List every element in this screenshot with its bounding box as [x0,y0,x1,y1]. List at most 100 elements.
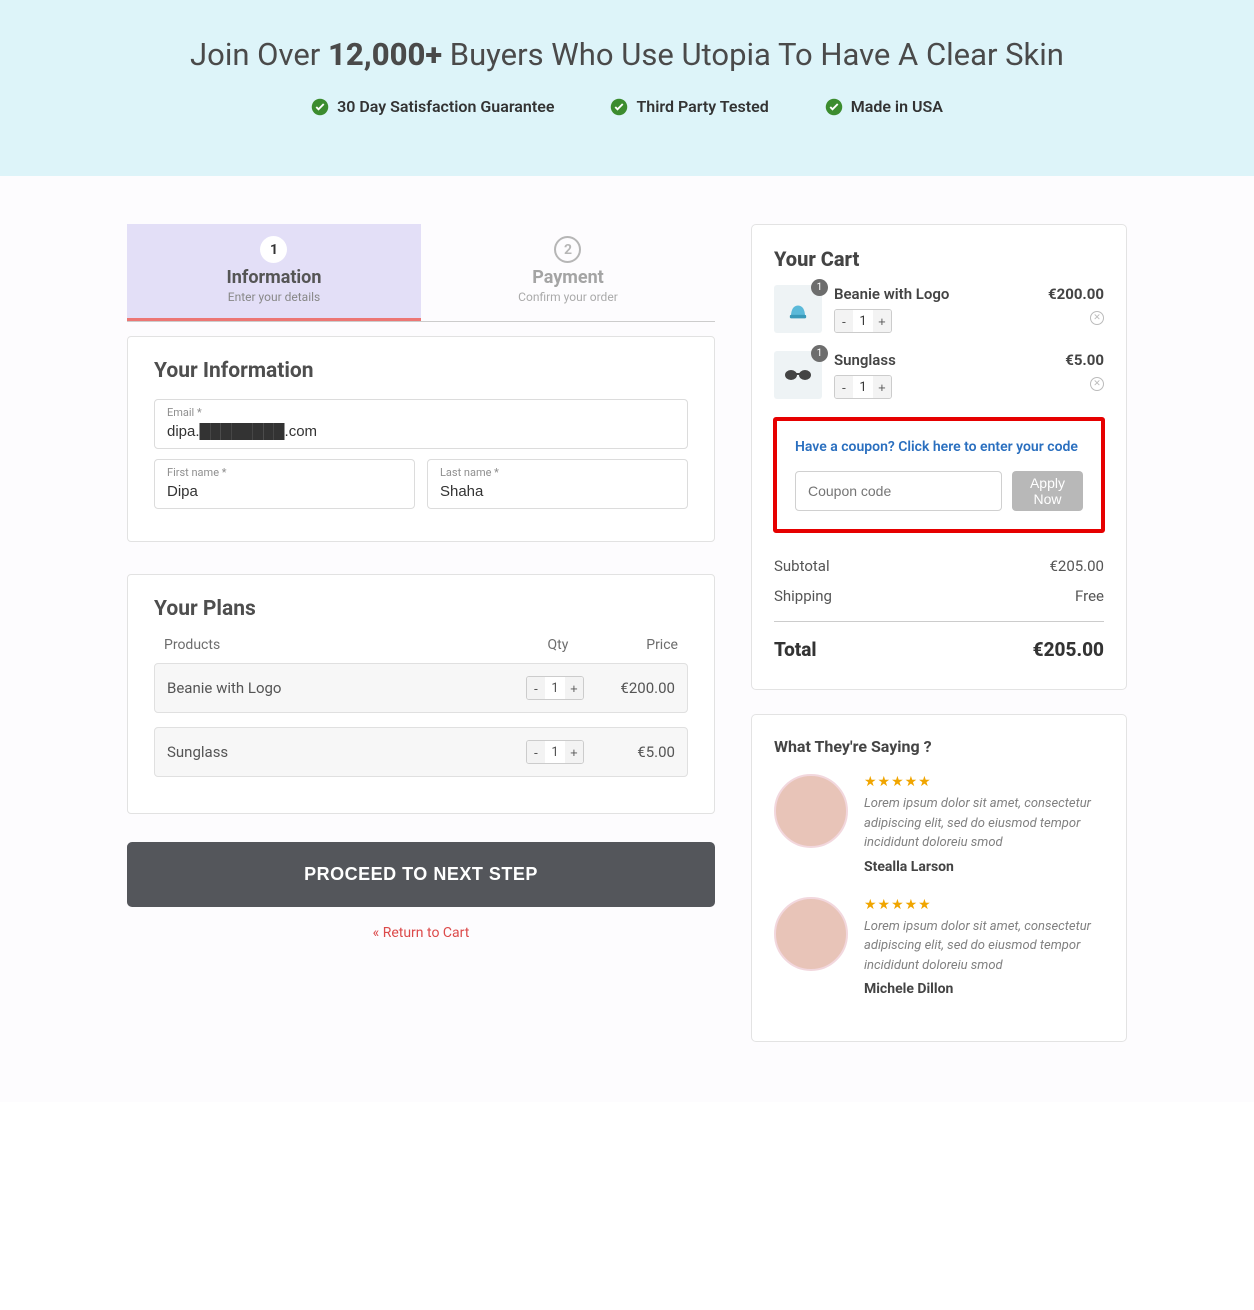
qty-value: 1 [853,380,873,395]
qty-increase-button[interactable]: + [565,677,583,699]
last-name-field[interactable] [440,483,675,500]
badge-tested: Third Party Tested [610,97,768,116]
shipping-row: Shipping Free [774,581,1104,611]
star-rating-icon: ★★★★★ [864,774,1104,790]
remove-item-button[interactable]: ✕ [1090,311,1104,325]
plans-heading: Your Plans [154,597,688,621]
beanie-icon [784,295,812,323]
shipping-label: Shipping [774,587,832,605]
your-cart-card: Your Cart 1 Beanie with Logo - 1 + [751,224,1127,690]
step-subtitle: Enter your details [127,290,421,304]
first-name-field-wrap[interactable]: First name * [154,459,415,509]
email-label: Email * [167,406,675,419]
your-plans-card: Your Plans Products Qty Price Beanie wit… [127,574,715,814]
plan-row: Sunglass - 1 + €5.00 [154,727,688,777]
reviewer-avatar [774,774,848,848]
shipping-value: Free [1075,587,1104,605]
total-value: €205.00 [1033,638,1104,661]
step-title: Payment [421,267,715,288]
check-circle-icon [825,98,843,116]
cart-item: 1 Sunglass - 1 + €5.00 [774,351,1104,399]
badge-text: Third Party Tested [636,97,768,116]
your-information-card: Your Information Email * First name * La… [127,336,715,542]
badge-guarantee: 30 Day Satisfaction Guarantee [311,97,554,116]
step-number: 2 [554,236,581,263]
apply-coupon-button[interactable]: Apply Now [1012,471,1083,511]
cart-item-thumbnail: 1 [774,285,822,333]
hero-headline-pre: Join Over [190,36,328,73]
hero-banner: Join Over 12,000+ Buyers Who Use Utopia … [0,0,1254,176]
reviews-card: What They're Saying ? ★★★★★ Lorem ipsum … [751,714,1127,1042]
plan-name: Beanie with Logo [167,679,515,697]
subtotal-row: Subtotal €205.00 [774,551,1104,581]
qty-decrease-button[interactable]: - [835,310,853,332]
hero-headline-post: Buyers Who Use Utopia To Have A Clear Sk… [442,36,1064,73]
cart-qty-badge: 1 [811,279,828,296]
review-text: Lorem ipsum dolor sit amet, consectetur … [864,917,1104,976]
total-label: Total [774,638,817,661]
cart-item-thumbnail: 1 [774,351,822,399]
reviewer-name: Stealla Larson [864,859,1104,875]
return-to-cart-link[interactable]: « Return to Cart [127,925,715,941]
subtotal-value: €205.00 [1049,557,1104,575]
cart-item-name: Beanie with Logo [834,285,1036,303]
cart-item: 1 Beanie with Logo - 1 + €20 [774,285,1104,333]
coupon-code-input[interactable] [795,471,1002,511]
star-rating-icon: ★★★★★ [864,897,1104,913]
qty-increase-button[interactable]: + [873,310,891,332]
proceed-button[interactable]: PROCEED TO NEXT STEP [127,842,715,907]
step-information[interactable]: 1 Information Enter your details [127,224,421,321]
qty-control: - 1 + [834,375,892,399]
badge-text: Made in USA [851,97,943,116]
email-field[interactable] [167,423,675,440]
reviewer-name: Michele Dillon [864,981,1104,997]
last-name-field-wrap[interactable]: Last name * [427,459,688,509]
checkout-steps: 1 Information Enter your details 2 Payme… [127,224,715,322]
step-payment[interactable]: 2 Payment Confirm your order [421,224,715,321]
last-name-label: Last name * [440,466,675,479]
reviews-heading: What They're Saying ? [774,737,1104,756]
plan-name: Sunglass [167,743,515,761]
qty-value: 1 [545,681,565,696]
first-name-field[interactable] [167,483,402,500]
step-number: 1 [260,236,287,263]
qty-decrease-button[interactable]: - [527,741,545,763]
remove-item-button[interactable]: ✕ [1090,377,1104,391]
qty-increase-button[interactable]: + [873,376,891,398]
subtotal-label: Subtotal [774,557,830,575]
hero-headline: Join Over 12,000+ Buyers Who Use Utopia … [20,36,1234,73]
cart-heading: Your Cart [774,247,1104,271]
badge-usa: Made in USA [825,97,943,116]
qty-control: - 1 + [834,309,892,333]
qty-decrease-button[interactable]: - [527,677,545,699]
qty-increase-button[interactable]: + [565,741,583,763]
qty-decrease-button[interactable]: - [835,376,853,398]
cart-qty-badge: 1 [811,345,828,362]
plan-row: Beanie with Logo - 1 + €200.00 [154,663,688,713]
step-subtitle: Confirm your order [421,290,715,304]
reviewer-avatar [774,897,848,971]
plan-price: €5.00 [595,743,675,761]
col-qty: Qty [518,637,598,653]
coupon-section-highlighted: Have a coupon? Click here to enter your … [773,417,1105,533]
col-price: Price [598,637,678,653]
qty-control: - 1 + [526,676,584,700]
check-circle-icon [311,98,329,116]
first-name-label: First name * [167,466,402,479]
step-title: Information [127,267,421,288]
qty-value: 1 [853,314,873,329]
cart-item-price: €5.00 [1065,351,1104,369]
info-heading: Your Information [154,359,688,383]
col-products: Products [164,637,518,653]
review-item: ★★★★★ Lorem ipsum dolor sit amet, consec… [774,897,1104,998]
cart-item-price: €200.00 [1048,285,1104,303]
sunglasses-icon [783,368,813,382]
review-text: Lorem ipsum dolor sit amet, consectetur … [864,794,1104,853]
email-field-wrap[interactable]: Email * [154,399,688,449]
review-item: ★★★★★ Lorem ipsum dolor sit amet, consec… [774,774,1104,875]
total-row: Total €205.00 [774,621,1104,667]
qty-control: - 1 + [526,740,584,764]
coupon-toggle-link[interactable]: Have a coupon? Click here to enter your … [795,439,1083,455]
check-circle-icon [610,98,628,116]
hero-headline-bold: 12,000+ [328,36,442,73]
